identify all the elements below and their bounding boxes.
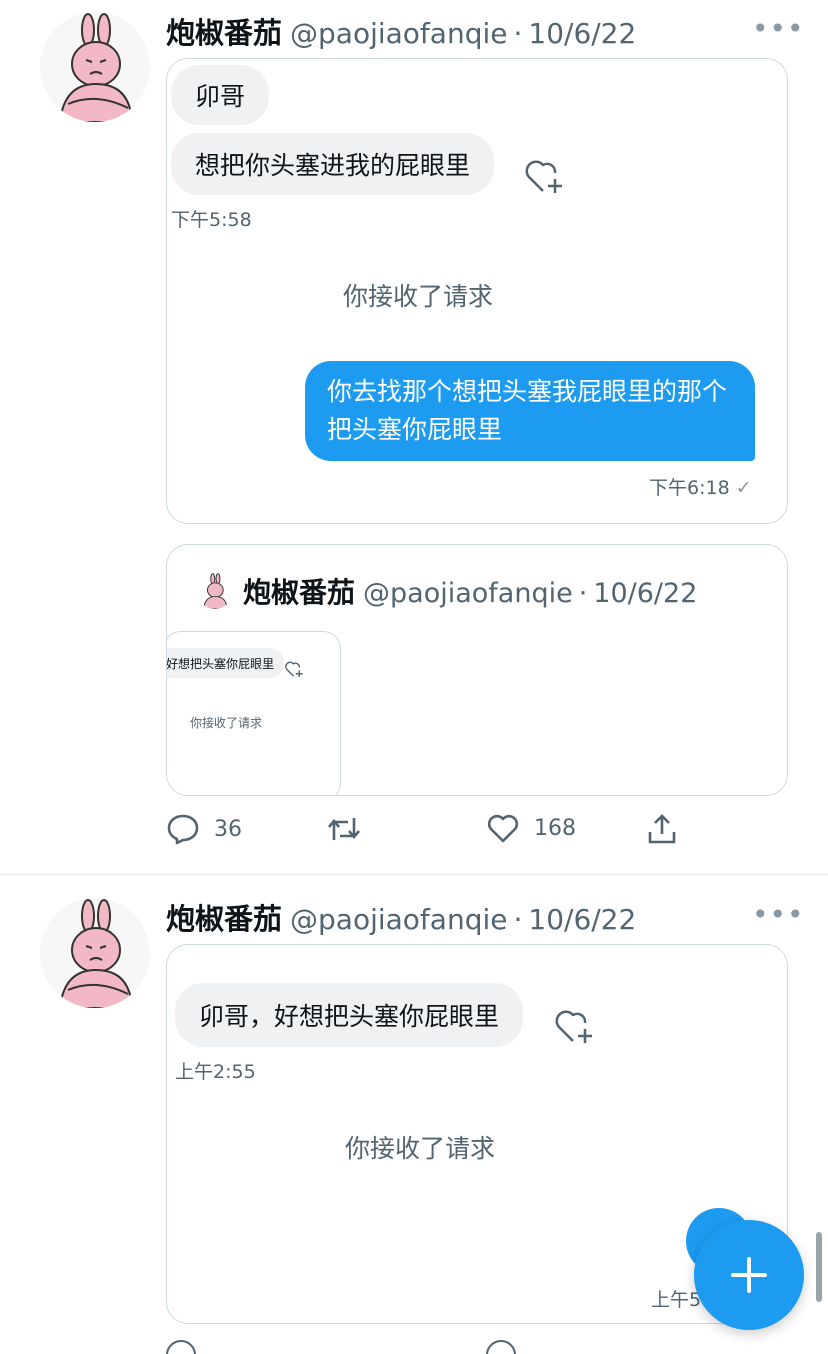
avatar[interactable] bbox=[40, 898, 150, 1008]
message-time: 上午5 bbox=[651, 1289, 702, 1311]
reply-icon[interactable] bbox=[166, 1340, 196, 1354]
retweet-icon bbox=[328, 818, 360, 840]
tweet-date[interactable]: 10/6/22 bbox=[528, 17, 636, 50]
tweet-1[interactable]: 炮椒番茄 @paojiaofanqie · 10/6/22 ••• 卯哥 想把你… bbox=[0, 0, 828, 872]
reply-button[interactable]: 36 bbox=[166, 812, 242, 846]
tweet-divider bbox=[0, 874, 828, 875]
reply-icon bbox=[167, 814, 199, 845]
separator: · bbox=[578, 578, 588, 609]
message-time: 下午6:18 ✓ bbox=[649, 473, 752, 500]
quote-media-thumbnail[interactable]: 好想把头塞你屁眼里 你接收了请求 bbox=[167, 631, 341, 795]
display-name[interactable]: 炮椒番茄 bbox=[166, 10, 282, 52]
display-name[interactable]: 炮椒番茄 bbox=[166, 896, 282, 938]
tweet-date[interactable]: 10/6/22 bbox=[528, 903, 636, 936]
plus-icon bbox=[731, 1257, 767, 1293]
like-icon[interactable] bbox=[486, 1340, 516, 1354]
message-time: 上午2:55 bbox=[175, 1061, 256, 1083]
share-icon bbox=[648, 814, 676, 844]
more-icon[interactable]: ••• bbox=[752, 898, 805, 931]
message-time: 下午5:58 bbox=[171, 209, 252, 231]
heart-plus-icon bbox=[285, 661, 303, 678]
compose-button[interactable] bbox=[694, 1220, 804, 1330]
chat-bubble-outgoing: 你去找那个想把头塞我屁眼里的那个把头塞你屁眼里 bbox=[305, 361, 755, 461]
tweet-header: 炮椒番茄 @paojiaofanqie · 10/6/22 bbox=[166, 10, 636, 52]
quote-handle: @paojiaofanqie bbox=[363, 578, 573, 609]
retweet-button[interactable] bbox=[326, 812, 362, 846]
thumb-chat-bubble: 好想把头塞你屁眼里 bbox=[167, 648, 285, 678]
quote-avatar[interactable] bbox=[197, 573, 233, 609]
scrollbar[interactable] bbox=[816, 1232, 822, 1302]
tweet-header: 炮椒番茄 @paojiaofanqie · 10/6/22 bbox=[166, 896, 636, 938]
chat-bubble-incoming: 卯哥，好想把头塞你屁眼里 bbox=[175, 983, 524, 1047]
tweet-actions-partial bbox=[166, 1340, 686, 1354]
tweet-actions: 36 168 bbox=[166, 812, 686, 852]
reply-count: 36 bbox=[214, 816, 242, 842]
handle[interactable]: @paojiaofanqie bbox=[290, 903, 507, 936]
tweet-media-image[interactable]: 卯哥 想把你头塞进我的屁眼里 下午5:58 你接收了请求 你去找那个想把头塞我屁… bbox=[166, 58, 788, 524]
separator: · bbox=[513, 17, 523, 50]
heart-plus-icon bbox=[525, 160, 562, 193]
more-icon[interactable]: ••• bbox=[752, 12, 805, 45]
chat-bubble-incoming: 想把你头塞进我的屁眼里 bbox=[171, 133, 495, 195]
quote-tweet[interactable]: 炮椒番茄 @paojiaofanqie · 10/6/22 好想把头塞你屁眼里 … bbox=[166, 544, 788, 796]
system-message: 你接收了请求 bbox=[343, 282, 494, 311]
quote-header: 炮椒番茄 @paojiaofanqie · 10/6/22 bbox=[243, 571, 697, 611]
handle[interactable]: @paojiaofanqie bbox=[290, 17, 507, 50]
quote-date: 10/6/22 bbox=[593, 578, 698, 609]
share-button[interactable] bbox=[646, 812, 678, 846]
like-icon bbox=[487, 814, 519, 843]
message-time-text: 下午6:18 bbox=[649, 477, 730, 499]
heart-plus-icon bbox=[555, 1010, 592, 1043]
separator: · bbox=[513, 903, 523, 936]
quote-display-name: 炮椒番茄 bbox=[243, 576, 356, 609]
like-count: 168 bbox=[534, 815, 576, 841]
avatar[interactable] bbox=[40, 12, 150, 122]
like-button[interactable]: 168 bbox=[486, 812, 576, 844]
chat-bubble-incoming: 卯哥 bbox=[171, 65, 270, 125]
thumb-system-message: 你接收了请求 bbox=[190, 716, 263, 730]
check-icon: ✓ bbox=[735, 477, 752, 499]
system-message: 你接收了请求 bbox=[345, 1134, 496, 1163]
